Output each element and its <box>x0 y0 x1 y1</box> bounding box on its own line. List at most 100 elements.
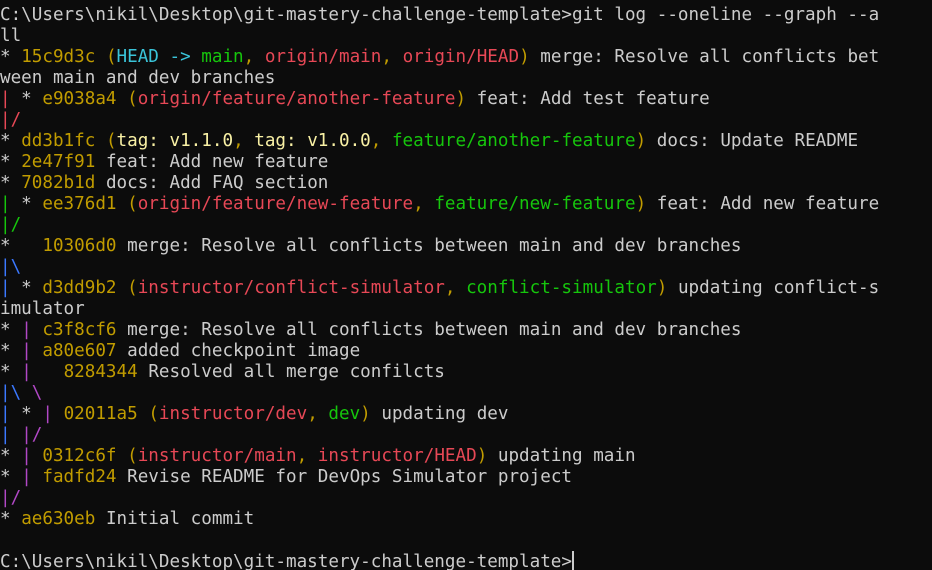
terminal-line: * | a80e607 added checkpoint image <box>0 341 932 362</box>
terminal-line: ween main and dev branches <box>0 68 932 89</box>
commit-hash: a80e607 <box>42 341 128 361</box>
ref-punctuation: ( <box>105 131 117 151</box>
remote-branch-ref: instructor/main <box>137 446 297 466</box>
ref-punctuation: , <box>243 47 265 67</box>
graph-line: | <box>21 467 32 487</box>
output-text: * <box>10 278 43 298</box>
terminal-line: * 10306d0 merge: Resolve all conflicts b… <box>0 236 932 257</box>
graph-line: |/ <box>0 488 22 508</box>
graph-line: | <box>21 320 32 340</box>
prompt-line: C:\Users\nikil\Desktop\git-mastery-chall… <box>0 551 932 570</box>
output-text: ll <box>0 26 22 46</box>
ref-punctuation: , <box>233 131 255 151</box>
output-text: Resolved all merge confilcts <box>148 362 445 382</box>
output-text: * <box>10 89 43 109</box>
remote-branch-ref: origin/main <box>264 47 382 67</box>
output-text: merge: Resolve all conflicts bet <box>529 47 880 67</box>
graph-line: |\ <box>0 383 22 403</box>
remote-branch-ref: instructor/dev <box>158 404 308 424</box>
ref-punctuation: , <box>413 194 435 214</box>
output-text: * <box>0 446 22 466</box>
commit-hash: 10306d0 <box>42 236 128 256</box>
output-text: * <box>10 194 43 214</box>
output-text: docs: Update README <box>646 131 859 151</box>
ref-punctuation: ) <box>519 47 530 67</box>
tag-ref: tag: v1.1.0 <box>116 131 234 151</box>
terminal-line: | * e9038a4 (origin/feature/another-feat… <box>0 89 932 110</box>
terminal-line: | * d3dd9b2 (instructor/conflict-simulat… <box>0 278 932 299</box>
graph-line: |/ <box>0 215 22 235</box>
output-text: * <box>0 509 22 529</box>
terminal-line: |/ <box>0 488 932 509</box>
graph-line: | <box>0 278 11 298</box>
output-text: C:\Users\nikil\Desktop\git-mastery-chall… <box>0 552 572 570</box>
ref-punctuation: , <box>370 131 392 151</box>
output-text: * <box>0 152 22 172</box>
ref-punctuation: ( <box>148 404 159 424</box>
ref-punctuation: ) <box>656 278 668 298</box>
output-text: * <box>0 173 22 193</box>
terminal-line: * | c3f8cf6 merge: Resolve all conflicts… <box>0 320 932 341</box>
output-text: merge: Resolve all conflicts between mai… <box>127 320 742 340</box>
ref-punctuation: , <box>381 47 403 67</box>
commit-hash: 7082b1d <box>21 173 106 193</box>
terminal-line: |/ <box>0 110 932 131</box>
head-ref: HEAD -> <box>116 47 202 67</box>
commit-hash: 8284344 <box>63 362 149 382</box>
commit-hash: d3dd9b2 <box>42 278 128 298</box>
graph-line: | <box>42 404 53 424</box>
terminal-line: * 7082b1d docs: Add FAQ section <box>0 173 932 194</box>
local-branch-ref: feature/new-feature <box>434 194 636 214</box>
output-text: updating dev <box>370 404 509 424</box>
output-text: * <box>0 320 22 340</box>
output-text: imulator <box>0 299 85 319</box>
output-text: added checkpoint image <box>127 341 361 361</box>
commit-hash: 0312c6f <box>42 446 128 466</box>
output-text: * <box>0 47 22 67</box>
local-branch-ref: dev <box>328 404 361 424</box>
commit-hash: 15c9d3c <box>21 47 106 67</box>
output-text: merge: Resolve all conflicts between mai… <box>127 236 742 256</box>
local-branch-ref: conflict-simulator <box>466 278 657 298</box>
terminal-line: C:\Users\nikil\Desktop\git-mastery-chall… <box>0 5 932 26</box>
terminal-line: | |/ <box>0 425 932 446</box>
terminal-window[interactable]: C:\Users\nikil\Desktop\git-mastery-chall… <box>0 0 932 570</box>
output-text: Initial commit <box>105 509 255 529</box>
terminal-line: ll <box>0 26 932 47</box>
commit-hash: dd3b1fc <box>21 131 106 151</box>
ref-punctuation: ) <box>635 131 647 151</box>
ref-punctuation: ( <box>127 194 138 214</box>
ref-punctuation: ( <box>105 47 117 67</box>
terminal-line: |\ \ <box>0 383 932 404</box>
tag-ref: tag: v1.0.0 <box>254 131 371 151</box>
output-text: * <box>0 341 22 361</box>
output-text: feat: Add new feature <box>105 152 329 172</box>
ref-punctuation: ( <box>127 278 138 298</box>
terminal-line: * | 8284344 Resolved all merge confilcts <box>0 362 932 383</box>
output-text: updating conflict-s <box>667 278 880 298</box>
graph-line: | <box>0 425 11 445</box>
output-text: C:\Users\nikil\Desktop\git-mastery-chall… <box>0 5 880 25</box>
terminal-line: * | 0312c6f (instructor/main, instructor… <box>0 446 932 467</box>
ref-punctuation: , <box>307 404 329 424</box>
terminal-line: * | fadfd24 Revise README for DevOps Sim… <box>0 467 932 488</box>
ref-punctuation: ( <box>127 89 138 109</box>
graph-line: \ <box>31 383 43 403</box>
output-text: * <box>0 131 22 151</box>
local-branch-ref: main <box>201 47 244 67</box>
ref-punctuation: ( <box>127 446 138 466</box>
remote-branch-ref: instructor/HEAD <box>317 446 477 466</box>
commit-hash: ae630eb <box>21 509 106 529</box>
graph-line: | <box>21 341 32 361</box>
output-text: docs: Add FAQ section <box>105 173 329 193</box>
commit-hash: c3f8cf6 <box>42 320 128 340</box>
output-text: * <box>0 467 22 487</box>
remote-branch-ref: origin/HEAD <box>402 47 520 67</box>
terminal-line: |\ <box>0 257 932 278</box>
